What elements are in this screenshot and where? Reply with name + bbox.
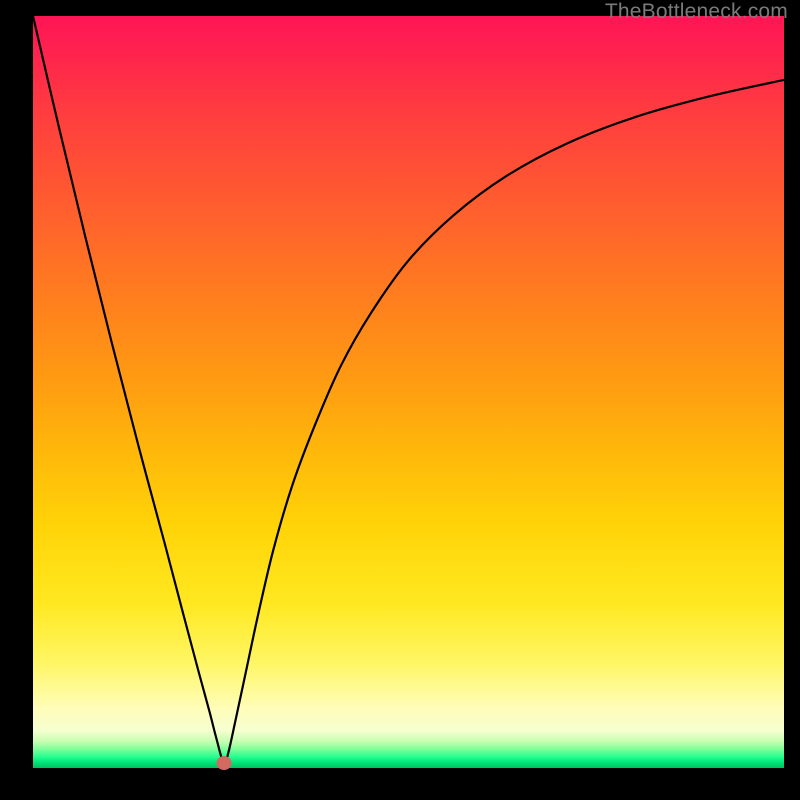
optimum-marker	[216, 756, 231, 770]
plot-area	[33, 16, 784, 768]
watermark-text: TheBottleneck.com	[605, 0, 788, 24]
chart-frame: TheBottleneck.com	[0, 0, 800, 800]
bottleneck-curve	[33, 16, 784, 768]
curve-path	[33, 16, 784, 764]
